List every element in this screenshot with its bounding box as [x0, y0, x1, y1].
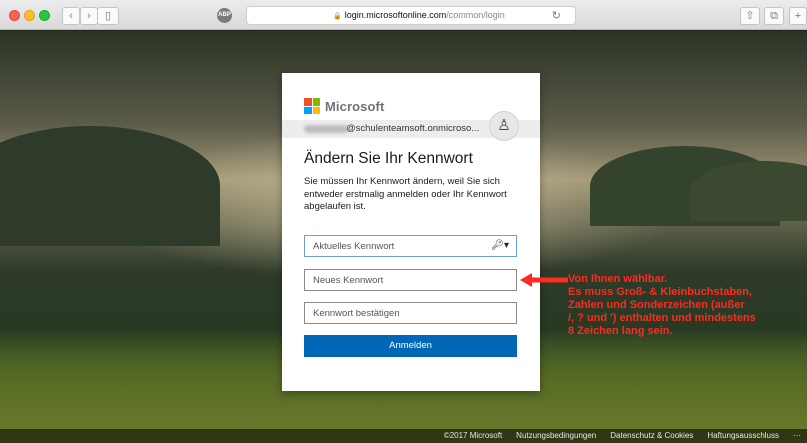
brand-name: Microsoft [325, 98, 385, 114]
privacy-link[interactable]: Datenschutz & Cookies [610, 431, 693, 440]
current-password-field[interactable]: 🔑︎▾ [304, 235, 517, 257]
tab-overview-button[interactable]: ⧉ [764, 7, 784, 25]
share-icon: ⇧ [745, 10, 755, 22]
hill-shape [0, 126, 220, 246]
lock-icon: 🔒 [333, 13, 342, 20]
confirm-password-field[interactable] [304, 302, 517, 324]
annotation-line: /, ? und ') enthalten und mindestens [568, 312, 756, 324]
url-text: 🔒 login.microsoftonline.com/common/login [333, 10, 505, 20]
current-password-input[interactable] [305, 236, 516, 257]
account-email: @schulenteamsoft.onmicroso... [346, 123, 480, 134]
disclaimer-link[interactable]: Haftungsausschluss [707, 431, 779, 440]
tabs-icon: ⧉ [770, 10, 778, 22]
password-rules-annotation: Von Ihnen wählbar. Es muss Groß- & Klein… [568, 273, 807, 338]
confirm-password-input[interactable] [305, 303, 516, 324]
browser-toolbar: ‹ › ▯ ABP 🔒 login.microsoftonline.com/com… [0, 0, 807, 30]
chevron-right-icon: › [87, 10, 91, 22]
password-change-card: Microsoft @schulenteamsoft.onmicroso... … [282, 73, 540, 391]
more-options-link[interactable]: ··· [793, 431, 801, 440]
microsoft-logo-icon [304, 98, 320, 114]
annotation-line: Zahlen und Sonderzeichen (außer [568, 299, 745, 311]
page-title: Ändern Sie Ihr Kennwort [304, 150, 473, 167]
annotation-arrow-icon [520, 273, 568, 287]
forward-button[interactable]: › [80, 7, 98, 25]
maximize-window-button[interactable] [39, 10, 50, 21]
footer-links: ©2017 Microsoft Nutzungsbedingungen Date… [444, 431, 801, 440]
sidebar-icon: ▯ [104, 10, 112, 22]
adblock-extension-icon[interactable]: ABP [217, 8, 232, 23]
url-path: /common/login [446, 10, 505, 20]
terms-link[interactable]: Nutzungsbedingungen [516, 431, 596, 440]
plus-icon: + [794, 10, 802, 22]
share-button[interactable]: ⇧ [740, 7, 760, 25]
reload-icon[interactable]: ↻ [552, 9, 561, 22]
back-button[interactable]: ‹ [62, 7, 80, 25]
blurred-username [304, 125, 348, 133]
annotation-line: 8 Zeichen lang sein. [568, 325, 673, 337]
instruction-text: Sie müssen Ihr Kennwort ändern, weil Sie… [304, 176, 507, 212]
chevron-left-icon: ‹ [69, 10, 73, 22]
close-window-button[interactable] [9, 10, 20, 21]
copyright-text: ©2017 Microsoft [443, 431, 503, 440]
id-badge-icon: ♙ [489, 111, 519, 141]
minimize-window-button[interactable] [24, 10, 35, 21]
url-domain: login.microsoftonline.com [344, 10, 447, 20]
address-bar[interactable]: 🔒 login.microsoftonline.com/common/login … [246, 6, 576, 25]
annotation-line: Es muss Groß- & Kleinbuchstaben, [568, 286, 752, 298]
new-password-field[interactable] [304, 269, 517, 291]
sign-in-button[interactable]: Anmelden [304, 335, 517, 357]
new-tab-button[interactable]: + [789, 7, 807, 25]
new-password-input[interactable] [305, 270, 516, 291]
microsoft-logo: Microsoft [304, 98, 384, 114]
password-key-icon[interactable]: 🔑︎▾ [491, 240, 509, 251]
sidebar-toggle-button[interactable]: ▯ [97, 7, 119, 25]
page-footer: ©2017 Microsoft Nutzungsbedingungen Date… [0, 429, 807, 443]
annotation-line: Von Ihnen wählbar. [568, 273, 668, 285]
